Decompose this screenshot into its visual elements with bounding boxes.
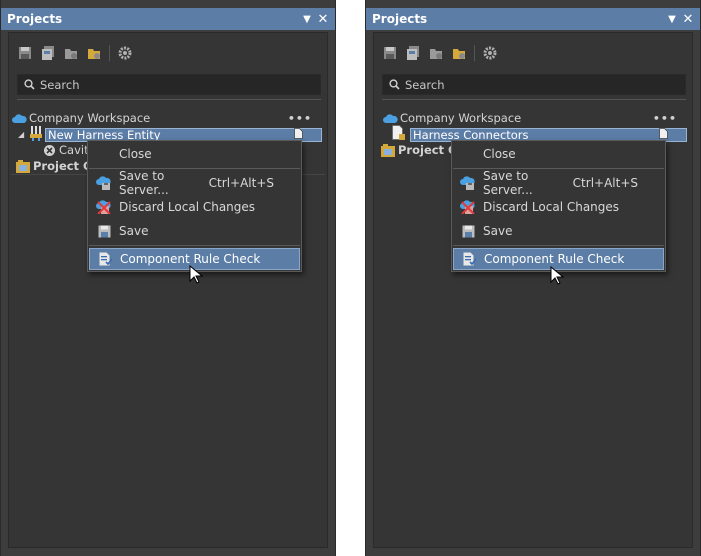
search-input[interactable]: Search bbox=[382, 74, 686, 95]
toolbar-separator bbox=[474, 45, 475, 61]
menu-label-rule-check: Component Rule Check bbox=[120, 252, 261, 266]
menu-item-save[interactable]: Save bbox=[89, 220, 300, 242]
menu-label-save-to-server: Save to Server... bbox=[483, 169, 533, 197]
panel-titlebar: Projects ▼ ✕ bbox=[366, 8, 700, 30]
tree-item-workspace[interactable]: Company Workspace ••• bbox=[382, 110, 686, 126]
search-input[interactable]: Search bbox=[17, 74, 321, 95]
menu-item-save-to-server[interactable]: Save to Server... Ctrl+Alt+S bbox=[89, 169, 300, 197]
panel-body: Search Company Workspace ••• Harness Con… bbox=[373, 32, 693, 548]
tree-item-project-group[interactable]: Project Gr bbox=[15, 158, 98, 174]
search-icon bbox=[18, 79, 40, 90]
context-menu: Close Save to Server... Ctrl+Alt+S Disca… bbox=[451, 140, 666, 272]
menu-item-save-to-server[interactable]: Save to Server... Ctrl+Alt+S bbox=[453, 169, 664, 197]
panel-close-icon[interactable]: ✕ bbox=[680, 12, 696, 27]
open-project-icon[interactable] bbox=[86, 45, 102, 61]
more-icon[interactable]: ••• bbox=[653, 112, 677, 125]
toolbar bbox=[382, 44, 505, 62]
workspace-label: Company Workspace bbox=[29, 111, 151, 125]
toolbar bbox=[17, 44, 140, 62]
search-icon bbox=[383, 79, 405, 90]
folder-share-icon[interactable] bbox=[63, 45, 79, 61]
menu-label-close: Close bbox=[119, 147, 152, 161]
floppy-icon bbox=[89, 225, 119, 238]
panel-dropdown-icon[interactable]: ▼ bbox=[664, 14, 680, 25]
discard-icon bbox=[89, 200, 119, 214]
more-icon[interactable]: ••• bbox=[288, 112, 312, 125]
menu-label-save-to-server: Save to Server... bbox=[119, 169, 169, 197]
panel-titlebar: Projects ▼ ✕ bbox=[1, 8, 335, 30]
project-group-icon bbox=[380, 142, 396, 158]
folder-share-icon[interactable] bbox=[428, 45, 444, 61]
save-all-icon[interactable] bbox=[405, 45, 421, 61]
menu-item-component-rule-check[interactable]: Component Rule Check bbox=[89, 248, 300, 270]
panel-title: Projects bbox=[372, 12, 428, 26]
panel-dropdown-icon[interactable]: ▼ bbox=[299, 14, 315, 25]
menu-label-save: Save bbox=[119, 224, 149, 238]
discard-icon bbox=[453, 200, 483, 214]
menu-separator bbox=[89, 245, 300, 246]
search-divider bbox=[382, 99, 686, 100]
project-group-icon bbox=[15, 158, 31, 174]
tree-item-workspace[interactable]: Company Workspace ••• bbox=[11, 110, 321, 126]
menu-label-discard: Discard Local Changes bbox=[483, 200, 620, 214]
floppy-icon bbox=[453, 225, 483, 238]
projects-panel-right: Projects ▼ ✕ Search Company Workspace ••… bbox=[365, 0, 701, 556]
toolbar-separator bbox=[109, 45, 110, 61]
cloud-upload-icon bbox=[453, 176, 483, 190]
menu-label-discard: Discard Local Changes bbox=[119, 200, 256, 214]
menu-item-close[interactable]: Close bbox=[453, 143, 664, 165]
context-menu: Close Save to Server... Ctrl+Alt+S Disca… bbox=[87, 140, 302, 272]
save-all-icon[interactable] bbox=[40, 45, 56, 61]
menu-shortcut: Ctrl+Alt+S bbox=[572, 176, 638, 190]
menu-item-discard[interactable]: Discard Local Changes bbox=[89, 196, 300, 218]
cloud-icon bbox=[382, 110, 398, 126]
menu-label-save: Save bbox=[483, 224, 513, 238]
gear-icon[interactable] bbox=[117, 45, 133, 61]
save-icon[interactable] bbox=[382, 45, 398, 61]
cloud-upload-icon bbox=[89, 176, 119, 190]
projects-panel-left: Projects ▼ ✕ Search Company Workspace ••… bbox=[0, 0, 336, 556]
search-divider bbox=[17, 99, 321, 100]
gear-icon[interactable] bbox=[482, 45, 498, 61]
workspace-label: Company Workspace bbox=[400, 111, 522, 125]
panel-title: Projects bbox=[7, 12, 63, 26]
expand-arrow-icon[interactable]: ◢ bbox=[18, 130, 24, 139]
menu-item-close[interactable]: Close bbox=[89, 143, 300, 165]
search-placeholder: Search bbox=[40, 77, 80, 92]
menu-shortcut: Ctrl+Alt+S bbox=[208, 176, 274, 190]
cloud-icon bbox=[11, 110, 27, 126]
panel-close-icon[interactable]: ✕ bbox=[315, 12, 331, 27]
menu-separator bbox=[453, 245, 664, 246]
rule-check-icon bbox=[454, 252, 484, 266]
menu-item-discard[interactable]: Discard Local Changes bbox=[453, 196, 664, 218]
menu-item-component-rule-check[interactable]: Component Rule Check bbox=[453, 248, 664, 270]
cavity-icon bbox=[41, 142, 57, 158]
menu-label-rule-check: Component Rule Check bbox=[484, 252, 625, 266]
menu-label-close: Close bbox=[483, 147, 516, 161]
search-placeholder: Search bbox=[405, 77, 445, 92]
panel-body: Search Company Workspace ••• ◢ New Harne… bbox=[8, 32, 328, 548]
open-project-icon[interactable] bbox=[451, 45, 467, 61]
rule-check-icon bbox=[90, 252, 120, 266]
save-icon[interactable] bbox=[17, 45, 33, 61]
menu-item-save[interactable]: Save bbox=[453, 220, 664, 242]
